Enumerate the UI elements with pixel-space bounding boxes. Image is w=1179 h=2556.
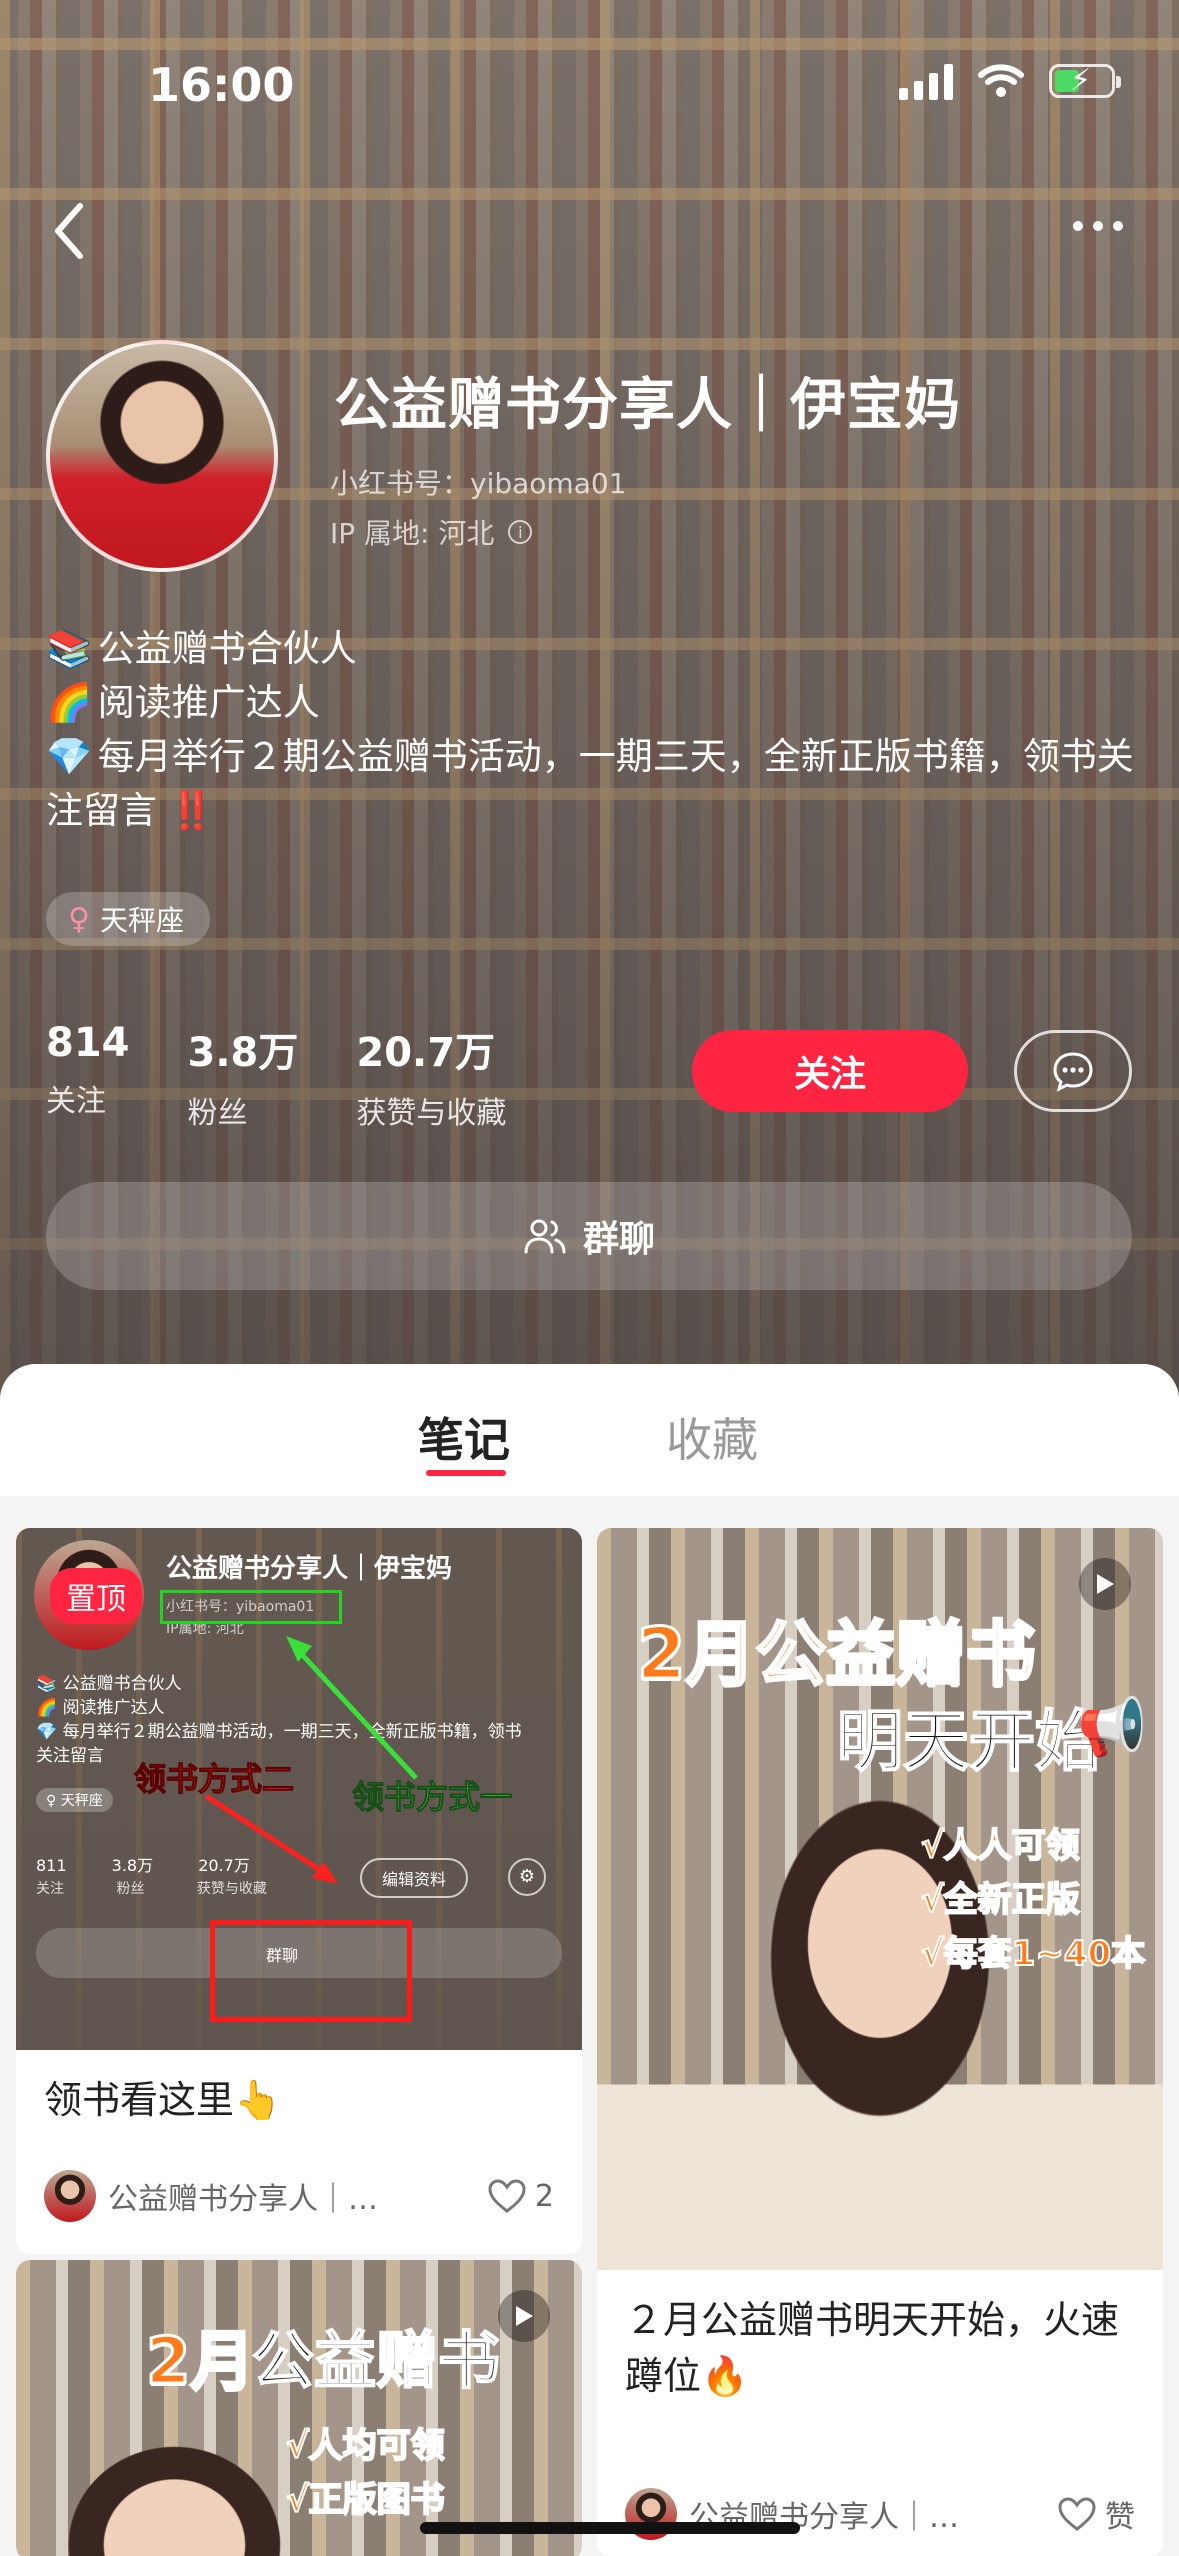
- heart-icon: [1058, 2497, 1096, 2531]
- tab-collections[interactable]: 收藏: [666, 1404, 758, 1470]
- note-title: ２月公益赠书明天开始，火速蹲位🔥: [625, 2298, 1120, 2398]
- status-icons: ⚡: [899, 62, 1121, 100]
- note-card[interactable]: 置顶 公益赠书分享人｜伊宝妈 小红书号：yibaoma01 IP属地: 河北 📚…: [16, 1528, 582, 2254]
- message-button[interactable]: [1014, 1030, 1132, 1112]
- profile-header: 16:00 ⚡ 公益赠书分享人｜伊宝妈 小红书号：yibaoma01 IP 属地…: [0, 0, 1179, 1400]
- avatar[interactable]: [46, 340, 278, 572]
- author-name: 公益赠书分享人｜…: [108, 2182, 378, 2217]
- diamond-icon: 💎: [46, 735, 93, 778]
- more-options-icon[interactable]: [1063, 206, 1133, 246]
- wifi-icon: [978, 64, 1024, 97]
- tab-bar: 笔记 收藏: [0, 1364, 1179, 1496]
- stat-followers[interactable]: 3.8万 粉丝: [188, 1020, 299, 1132]
- play-icon: [1079, 1558, 1131, 1610]
- back-button[interactable]: [46, 196, 96, 266]
- group-icon: [524, 1219, 566, 1254]
- annotation-box-red: [210, 1920, 412, 2022]
- author-avatar: [44, 2170, 96, 2222]
- battery-charging-icon: ⚡: [1049, 64, 1121, 98]
- stat-likes-collects[interactable]: 20.7万 获赞与收藏: [356, 1020, 506, 1132]
- books-icon: 📚: [46, 627, 93, 670]
- female-icon: ♀: [68, 901, 90, 937]
- profile-stats: 814 关注 3.8万 粉丝 20.7万 获赞与收藏: [46, 1020, 506, 1132]
- follow-button[interactable]: 关注: [692, 1030, 968, 1112]
- note-card[interactable]: 2月 公益赠书 √人均可领 √正版图书: [16, 2260, 582, 2556]
- profile-name: 公益赠书分享人｜伊宝妈: [334, 373, 961, 438]
- tab-underline: [426, 1470, 506, 1476]
- status-time: 16:00: [148, 58, 295, 112]
- note-thumbnail: 2月 公益赠书 √人均可领 √正版图书: [16, 2260, 582, 2556]
- megaphone-icon: 📢: [1077, 1695, 1147, 1760]
- ip-location: IP 属地: 河北 i: [330, 512, 533, 552]
- red-id[interactable]: 小红书号：yibaoma01: [330, 462, 626, 502]
- note-thumbnail: 置顶 公益赠书分享人｜伊宝妈 小红书号：yibaoma01 IP属地: 河北 📚…: [16, 1528, 582, 2050]
- play-icon: [498, 2290, 550, 2342]
- double-exclamation-icon: ‼️: [168, 789, 215, 832]
- like-button[interactable]: 2: [487, 2178, 554, 2214]
- note-title: 领书看这里👆: [44, 2078, 282, 2122]
- home-indicator[interactable]: [420, 2522, 800, 2534]
- chat-bubble-icon: [1053, 1052, 1093, 1092]
- rainbow-icon: 🌈: [46, 681, 93, 724]
- zodiac-tag: ♀ 天秤座: [46, 892, 210, 946]
- content-sheet: 笔记 收藏 置顶 公益赠书分享人｜伊宝妈 小红书号：yibaoma01 IP属地…: [0, 1364, 1179, 2556]
- note-thumbnail: 2月公益赠书 明天开始 📢 √人人可领 √全新正版 √每套1~40本: [597, 1528, 1163, 2270]
- fire-icon: 🔥: [701, 2354, 749, 2398]
- heart-icon: [488, 2179, 526, 2213]
- like-button[interactable]: 赞: [1057, 2492, 1135, 2536]
- profile-bio: 📚 公益赠书合伙人 🌈 阅读推广达人 💎 每月举行２期公益赠书活动，一期三天，全…: [46, 622, 1136, 838]
- note-card[interactable]: 2月公益赠书 明天开始 📢 √人人可领 √全新正版 √每套1~40本 ２月公益赠…: [597, 1528, 1163, 2556]
- stat-following[interactable]: 814 关注: [46, 1020, 130, 1132]
- pointing-up-icon: 👆: [234, 2078, 282, 2122]
- group-chat-button[interactable]: 群聊: [46, 1182, 1132, 1290]
- info-icon[interactable]: i: [508, 520, 533, 544]
- tab-notes[interactable]: 笔记: [418, 1404, 510, 1470]
- cellular-signal-icon: [899, 62, 953, 100]
- note-footer: 公益赠书分享人｜… 2: [44, 2170, 554, 2222]
- settings-icon: ⚙: [508, 1858, 546, 1896]
